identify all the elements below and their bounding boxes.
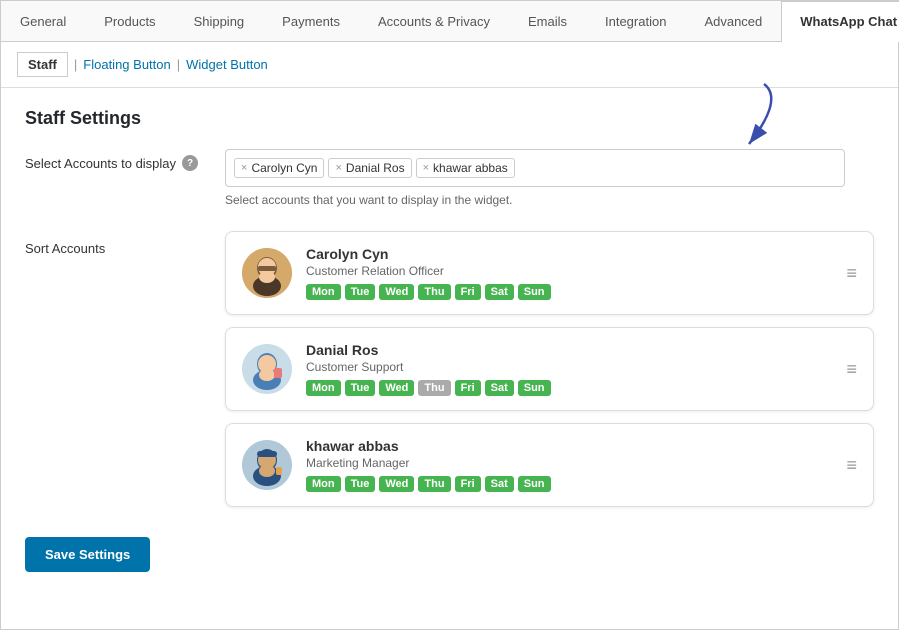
account-role-khawar: Marketing Manager: [306, 456, 832, 470]
day-tue-carolyn: Tue: [345, 284, 376, 300]
tag-remove-carolyn[interactable]: ×: [241, 162, 247, 174]
account-name-danial: Danial Ros: [306, 342, 832, 358]
day-tue-khawar: Tue: [345, 476, 376, 492]
account-info-danial: Danial Ros Customer Support Mon Tue Wed …: [306, 342, 832, 396]
day-thu-danial: Thu: [418, 380, 450, 396]
day-mon-khawar: Mon: [306, 476, 341, 492]
day-wed-khawar: Wed: [379, 476, 414, 492]
nav-separator-1: |: [74, 57, 77, 72]
tab-products[interactable]: Products: [85, 1, 174, 41]
nav-separator-2: |: [177, 57, 180, 72]
tag-khawar[interactable]: × khawar abbas: [416, 158, 515, 178]
sort-accounts-row: Sort Accounts: [25, 231, 874, 507]
account-role-carolyn: Customer Relation Officer: [306, 264, 832, 278]
drag-handle-carolyn[interactable]: ≡: [846, 263, 857, 284]
tag-carolyn[interactable]: × Carolyn Cyn: [234, 158, 324, 178]
drag-handle-khawar[interactable]: ≡: [846, 455, 857, 476]
section-title: Staff Settings: [25, 108, 874, 129]
day-sat-khawar: Sat: [485, 476, 514, 492]
day-sun-carolyn: Sun: [518, 284, 551, 300]
subtab-staff[interactable]: Staff: [17, 52, 68, 77]
tag-danial[interactable]: × Danial Ros: [328, 158, 411, 178]
day-sun-khawar: Sun: [518, 476, 551, 492]
account-name-khawar: khawar abbas: [306, 438, 832, 454]
day-wed-carolyn: Wed: [379, 284, 414, 300]
tab-shipping[interactable]: Shipping: [175, 1, 264, 41]
account-role-danial: Customer Support: [306, 360, 832, 374]
day-badges-carolyn: Mon Tue Wed Thu Fri Sat Sun: [306, 284, 832, 300]
sub-nav: Staff | Floating Button | Widget Button: [1, 42, 898, 88]
tab-payments[interactable]: Payments: [263, 1, 359, 41]
accounts-select-input[interactable]: × Carolyn Cyn × Danial Ros × khawar abba…: [225, 149, 845, 187]
help-icon[interactable]: ?: [182, 155, 198, 171]
day-fri-danial: Fri: [455, 380, 481, 396]
avatar-danial: [242, 344, 292, 394]
tab-whatsapp-chat[interactable]: WhatsApp Chat: [781, 1, 899, 42]
account-card-carolyn: Carolyn Cyn Customer Relation Officer Mo…: [225, 231, 874, 315]
day-badges-danial: Mon Tue Wed Thu Fri Sat Sun: [306, 380, 832, 396]
tag-remove-danial[interactable]: ×: [335, 162, 341, 174]
top-nav: General Products Shipping Payments Accou…: [1, 1, 898, 42]
tag-label-carolyn: Carolyn Cyn: [251, 161, 317, 175]
tag-remove-khawar[interactable]: ×: [423, 162, 429, 174]
tab-accounts-privacy[interactable]: Accounts & Privacy: [359, 1, 509, 41]
tab-general[interactable]: General: [1, 1, 85, 41]
day-thu-carolyn: Thu: [418, 284, 450, 300]
save-button[interactable]: Save Settings: [25, 537, 150, 572]
tab-emails[interactable]: Emails: [509, 1, 586, 41]
select-accounts-label: Select Accounts to display ?: [25, 149, 225, 171]
tag-label-danial: Danial Ros: [346, 161, 405, 175]
day-thu-khawar: Thu: [418, 476, 450, 492]
tab-integration[interactable]: Integration: [586, 1, 685, 41]
day-mon-carolyn: Mon: [306, 284, 341, 300]
account-card-khawar: khawar abbas Marketing Manager Mon Tue W…: [225, 423, 874, 507]
day-mon-danial: Mon: [306, 380, 341, 396]
day-fri-carolyn: Fri: [455, 284, 481, 300]
select-hint: Select accounts that you want to display…: [225, 193, 874, 207]
account-info-khawar: khawar abbas Marketing Manager Mon Tue W…: [306, 438, 832, 492]
tag-label-khawar: khawar abbas: [433, 161, 508, 175]
account-name-carolyn: Carolyn Cyn: [306, 246, 832, 262]
avatar-carolyn: [242, 248, 292, 298]
day-sat-carolyn: Sat: [485, 284, 514, 300]
day-wed-danial: Wed: [379, 380, 414, 396]
accounts-list: Carolyn Cyn Customer Relation Officer Mo…: [225, 231, 874, 507]
day-badges-khawar: Mon Tue Wed Thu Fri Sat Sun: [306, 476, 832, 492]
sort-accounts-label: Sort Accounts: [25, 231, 205, 256]
day-sun-danial: Sun: [518, 380, 551, 396]
avatar-khawar: [242, 440, 292, 490]
tab-advanced[interactable]: Advanced: [685, 1, 781, 41]
day-fri-khawar: Fri: [455, 476, 481, 492]
day-sat-danial: Sat: [485, 380, 514, 396]
subtab-floating-button[interactable]: Floating Button: [83, 57, 170, 72]
account-card-danial: Danial Ros Customer Support Mon Tue Wed …: [225, 327, 874, 411]
account-info-carolyn: Carolyn Cyn Customer Relation Officer Mo…: [306, 246, 832, 300]
select-accounts-row: Select Accounts to display ? × Ca: [25, 149, 874, 207]
main-content: Staff Settings Select Accounts to displa…: [1, 88, 898, 592]
day-tue-danial: Tue: [345, 380, 376, 396]
drag-handle-danial[interactable]: ≡: [846, 359, 857, 380]
subtab-widget-button[interactable]: Widget Button: [186, 57, 268, 72]
